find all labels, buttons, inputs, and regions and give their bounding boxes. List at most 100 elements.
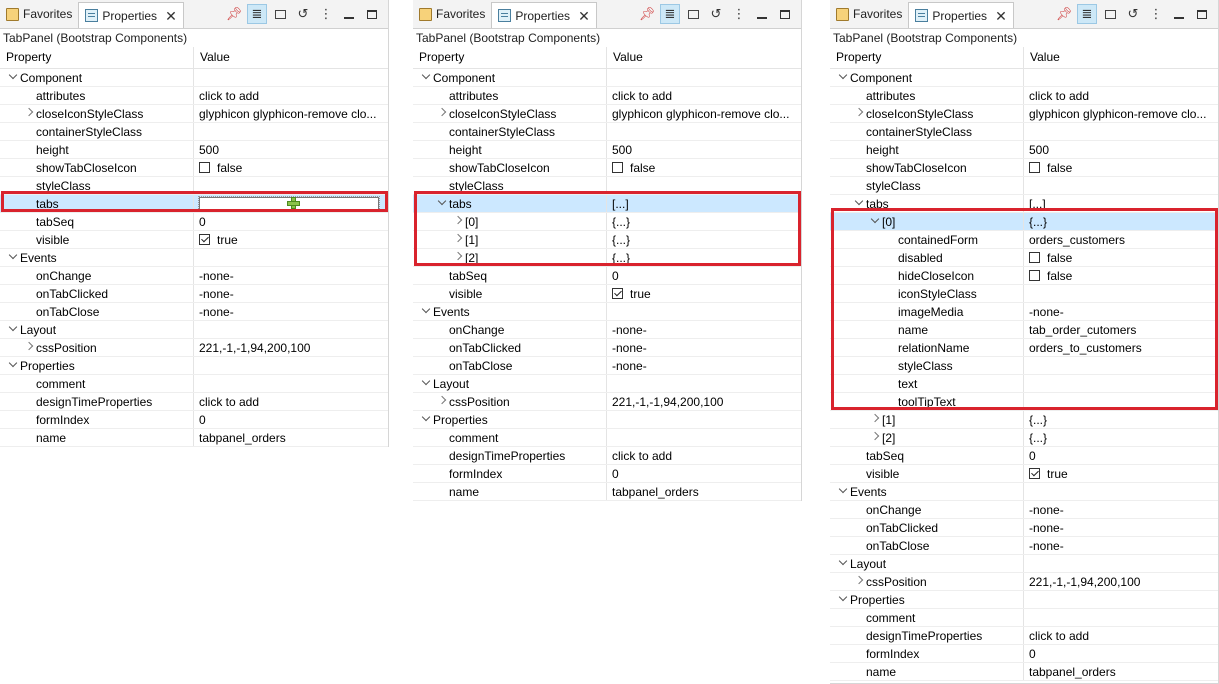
pin-icon[interactable]: 📌︎ <box>224 4 244 24</box>
restore-default-icon[interactable]: ↺ <box>706 4 726 24</box>
property-row[interactable]: styleClass <box>830 177 1218 195</box>
column-header-property[interactable]: Property <box>830 47 1024 68</box>
chevron-right-icon[interactable] <box>451 249 465 266</box>
view-menu-icon[interactable]: ⋮ <box>729 4 749 24</box>
property-row[interactable]: Events <box>413 303 801 321</box>
property-row[interactable]: closeIconStyleClass glyphicon glyphicon-r… <box>0 105 388 123</box>
chevron-down-icon[interactable] <box>419 375 433 392</box>
advanced-view-icon[interactable] <box>270 4 290 24</box>
property-value-cell[interactable]: -none- <box>607 321 801 338</box>
close-icon[interactable]: ✕ <box>165 9 177 23</box>
property-value-cell[interactable] <box>194 123 388 140</box>
property-row[interactable]: Events <box>0 249 388 267</box>
property-value-cell[interactable]: {...} <box>1024 213 1218 230</box>
property-value-cell[interactable] <box>1024 375 1218 392</box>
checkbox[interactable] <box>612 288 623 299</box>
property-row[interactable]: attributes click to add <box>413 87 801 105</box>
property-value-cell[interactable]: false <box>1024 267 1218 284</box>
property-value-cell[interactable]: click to add <box>194 393 388 410</box>
property-row[interactable]: onChange -none- <box>413 321 801 339</box>
chevron-down-icon[interactable] <box>836 591 850 608</box>
property-row[interactable]: onTabClose -none- <box>830 537 1218 555</box>
property-value-cell[interactable] <box>194 321 388 338</box>
property-row[interactable]: tabSeq 0 <box>413 267 801 285</box>
chevron-down-icon[interactable] <box>6 357 20 374</box>
property-value-cell[interactable]: true <box>1024 465 1218 482</box>
property-value-cell[interactable]: click to add <box>1024 87 1218 104</box>
categories-toggle-icon[interactable]: ≣ <box>1077 4 1097 24</box>
property-value-cell[interactable]: -none- <box>1024 519 1218 536</box>
property-value-cell[interactable]: false <box>607 159 801 176</box>
property-value-cell[interactable] <box>1024 177 1218 194</box>
checkbox[interactable] <box>199 234 210 245</box>
property-row[interactable]: onTabClicked -none- <box>413 339 801 357</box>
property-row[interactable]: [1] {...} <box>830 411 1218 429</box>
property-row[interactable]: attributes click to add <box>0 87 388 105</box>
property-row[interactable]: [1] {...} <box>413 231 801 249</box>
property-row[interactable]: height 500 <box>830 141 1218 159</box>
advanced-view-icon[interactable] <box>683 4 703 24</box>
pin-icon[interactable]: 📌︎ <box>1054 4 1074 24</box>
tab-properties[interactable]: Properties ✕ <box>78 2 184 28</box>
property-row[interactable]: formIndex 0 <box>0 411 388 429</box>
property-value-cell[interactable] <box>194 249 388 266</box>
property-value-cell[interactable]: glyphicon glyphicon-remove clo... <box>607 105 801 122</box>
property-row[interactable]: containerStyleClass <box>413 123 801 141</box>
property-row[interactable]: imageMedia -none- <box>830 303 1218 321</box>
property-value-cell[interactable]: {...} <box>1024 411 1218 428</box>
property-value-cell[interactable]: tab_order_cutomers <box>1024 321 1218 338</box>
property-value-cell[interactable]: true <box>607 285 801 302</box>
property-row[interactable]: name tabpanel_orders <box>413 483 801 501</box>
property-value-cell[interactable]: -none- <box>1024 501 1218 518</box>
chevron-right-icon[interactable] <box>868 429 882 446</box>
property-row[interactable]: cssPosition 221,-1,-1,94,200,100 <box>0 339 388 357</box>
checkbox[interactable] <box>1029 468 1040 479</box>
chevron-down-icon[interactable] <box>419 69 433 86</box>
property-row[interactable]: Events <box>830 483 1218 501</box>
property-value-cell[interactable]: {...} <box>607 231 801 248</box>
close-icon[interactable]: ✕ <box>578 9 590 23</box>
property-row[interactable]: visible true <box>0 231 388 249</box>
property-row[interactable]: Properties <box>413 411 801 429</box>
property-row[interactable]: Properties <box>830 591 1218 609</box>
chevron-right-icon[interactable] <box>22 105 36 122</box>
minimize-icon[interactable] <box>339 4 359 24</box>
property-value-cell[interactable] <box>1024 285 1218 302</box>
chevron-down-icon[interactable] <box>836 555 850 572</box>
property-value-cell[interactable]: -none- <box>607 339 801 356</box>
property-value-cell[interactable] <box>607 69 801 86</box>
column-header-property[interactable]: Property <box>0 47 194 68</box>
property-value-cell[interactable] <box>1024 483 1218 500</box>
property-row[interactable]: Component <box>0 69 388 87</box>
property-row[interactable]: styleClass <box>830 357 1218 375</box>
property-row[interactable]: visible true <box>413 285 801 303</box>
property-row[interactable]: tabSeq 0 <box>0 213 388 231</box>
property-value-cell[interactable]: click to add <box>194 87 388 104</box>
property-value-cell[interactable] <box>194 375 388 392</box>
property-value-cell[interactable]: false <box>1024 249 1218 266</box>
property-value-cell[interactable]: 221,-1,-1,94,200,100 <box>607 393 801 410</box>
maximize-icon[interactable] <box>1192 4 1212 24</box>
property-value-cell[interactable]: -none- <box>194 285 388 302</box>
property-value-cell[interactable] <box>607 375 801 392</box>
property-value-cell[interactable]: {...} <box>607 213 801 230</box>
pin-icon[interactable]: 📌︎ <box>637 4 657 24</box>
value-editor[interactable] <box>198 196 380 211</box>
property-value-cell[interactable] <box>1024 609 1218 626</box>
checkbox[interactable] <box>1029 270 1040 281</box>
property-value-cell[interactable]: {...} <box>1024 429 1218 446</box>
property-value-cell[interactable] <box>1024 591 1218 608</box>
property-row[interactable]: styleClass <box>413 177 801 195</box>
view-menu-icon[interactable]: ⋮ <box>316 4 336 24</box>
property-row[interactable]: closeIconStyleClass glyphicon glyphicon-r… <box>830 105 1218 123</box>
property-value-cell[interactable]: 500 <box>194 141 388 158</box>
property-row[interactable]: tabs <box>0 195 388 213</box>
property-row[interactable]: cssPosition 221,-1,-1,94,200,100 <box>830 573 1218 591</box>
property-value-cell[interactable]: click to add <box>607 87 801 104</box>
chevron-down-icon[interactable] <box>419 303 433 320</box>
property-value-cell[interactable]: -none- <box>194 303 388 320</box>
property-value-cell[interactable]: false <box>1024 159 1218 176</box>
property-value-cell[interactable]: click to add <box>1024 627 1218 644</box>
property-row[interactable]: containerStyleClass <box>830 123 1218 141</box>
property-value-cell[interactable]: true <box>194 231 388 248</box>
